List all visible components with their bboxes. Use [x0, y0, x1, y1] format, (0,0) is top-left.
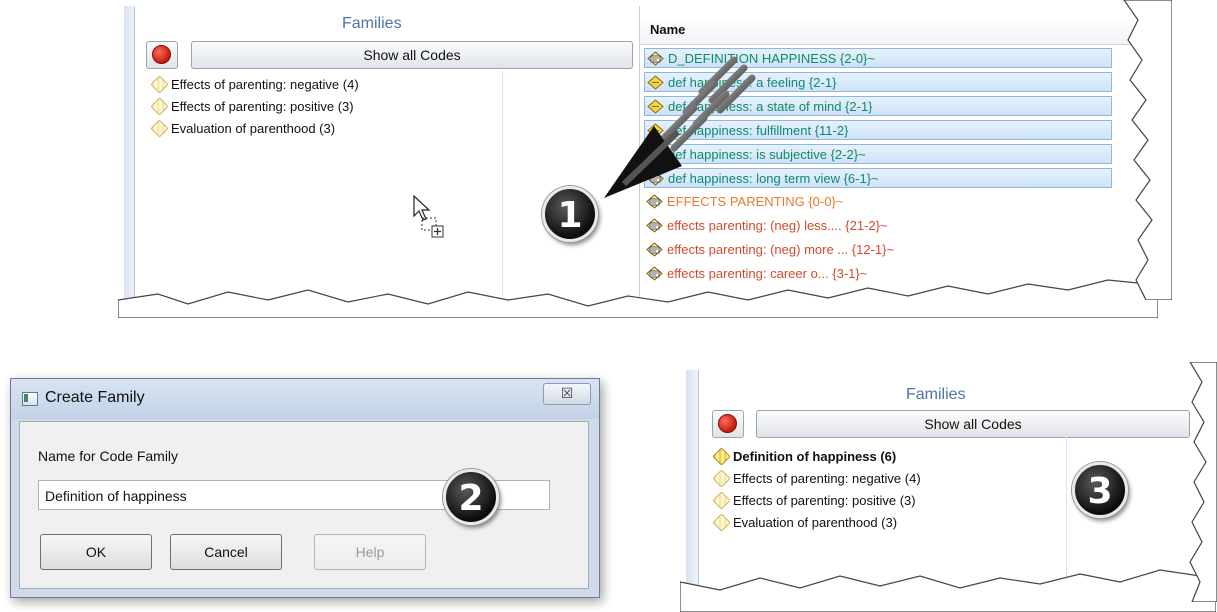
left-splitter[interactable] — [124, 6, 135, 306]
code-family-icon — [150, 97, 169, 116]
ok-button[interactable]: OK — [40, 534, 152, 570]
drag-copy-cursor-icon — [413, 194, 444, 238]
code-label: effects parenting: (neg) less.... {21-2}… — [667, 218, 888, 233]
stop-icon — [152, 45, 171, 64]
code-row[interactable]: effects parenting: (neg) more ... {12-1}… — [644, 240, 1112, 260]
family-label: Effects of parenting: positive (3) — [733, 493, 916, 508]
families-title: Families — [906, 386, 966, 403]
family-label: Effects of parenting: negative (4) — [171, 77, 359, 92]
family-name-label: Name for Code Family — [38, 448, 179, 464]
family-label: Definition of happiness (6) — [733, 449, 897, 464]
step-badge-2: 2 — [443, 469, 499, 525]
atlas-families-and-codes-panel: Families Show all Codes Effects of paren… — [124, 6, 1144, 306]
code-family-icon — [712, 513, 731, 532]
stop-filter-button[interactable] — [712, 410, 744, 438]
families-pane: Families Show all Codes Effects of paren… — [124, 6, 640, 306]
create-family-dialog: Create Family ☒ Name for Code Family Def… — [10, 378, 600, 598]
torn-edge-decoration — [1123, 0, 1172, 300]
code-label: effects parenting: (neg) more ... {12-1}… — [667, 242, 895, 257]
family-item[interactable]: Evaluation of parenthood (3) — [712, 513, 898, 532]
torn-edge-decoration — [1189, 362, 1217, 602]
show-all-codes-button[interactable]: Show all Codes — [756, 410, 1190, 438]
help-button[interactable]: Help — [314, 534, 426, 570]
code-row[interactable]: effects parenting: (neg) less.... {21-2}… — [644, 216, 1112, 236]
show-all-codes-button[interactable]: Show all Codes — [191, 41, 633, 69]
close-icon: ☒ — [560, 386, 574, 402]
torn-edge-decoration — [118, 270, 1158, 318]
window-icon — [22, 392, 38, 406]
dialog-body: Name for Code Family Definition of happi… — [19, 421, 589, 589]
code-family-icon — [712, 469, 731, 488]
family-item[interactable]: Definition of happiness (6) — [712, 447, 897, 466]
family-label: Evaluation of parenthood (3) — [171, 121, 336, 136]
stop-icon — [718, 414, 737, 433]
code-family-icon — [150, 75, 169, 94]
dialog-title: Create Family — [45, 389, 145, 406]
family-label: Effects of parenting: positive (3) — [171, 99, 354, 114]
cancel-button[interactable]: Cancel — [170, 534, 282, 570]
family-item[interactable]: Effects of parenting: negative (4) — [150, 75, 359, 94]
name-column-label: Name — [650, 22, 686, 37]
code-family-icon — [150, 119, 169, 138]
family-item[interactable]: Effects of parenting: positive (3) — [712, 491, 916, 510]
step-badge-3: 3 — [1072, 462, 1128, 518]
family-label: Effects of parenting: negative (4) — [733, 471, 921, 486]
family-item[interactable]: Evaluation of parenthood (3) — [150, 119, 336, 138]
step-badge-1: 1 — [542, 186, 598, 242]
dialog-titlebar[interactable]: Create Family ☒ — [11, 379, 599, 419]
code-with-comment-icon — [646, 218, 663, 233]
code-family-icon — [712, 491, 731, 510]
drag-direction-arrow-icon — [604, 56, 756, 198]
code-with-comment-icon — [646, 242, 663, 257]
torn-edge-decoration — [680, 565, 1216, 612]
families-title: Families — [342, 15, 402, 32]
close-button[interactable]: ☒ — [543, 383, 591, 405]
stop-filter-button[interactable] — [146, 41, 178, 69]
family-item[interactable]: Effects of parenting: positive (3) — [150, 97, 354, 116]
codes-column-header[interactable]: Name — [640, 16, 1144, 45]
family-label: Evaluation of parenthood (3) — [733, 515, 898, 530]
code-family-icon — [712, 447, 731, 466]
family-item[interactable]: Effects of parenting: negative (4) — [712, 469, 921, 488]
